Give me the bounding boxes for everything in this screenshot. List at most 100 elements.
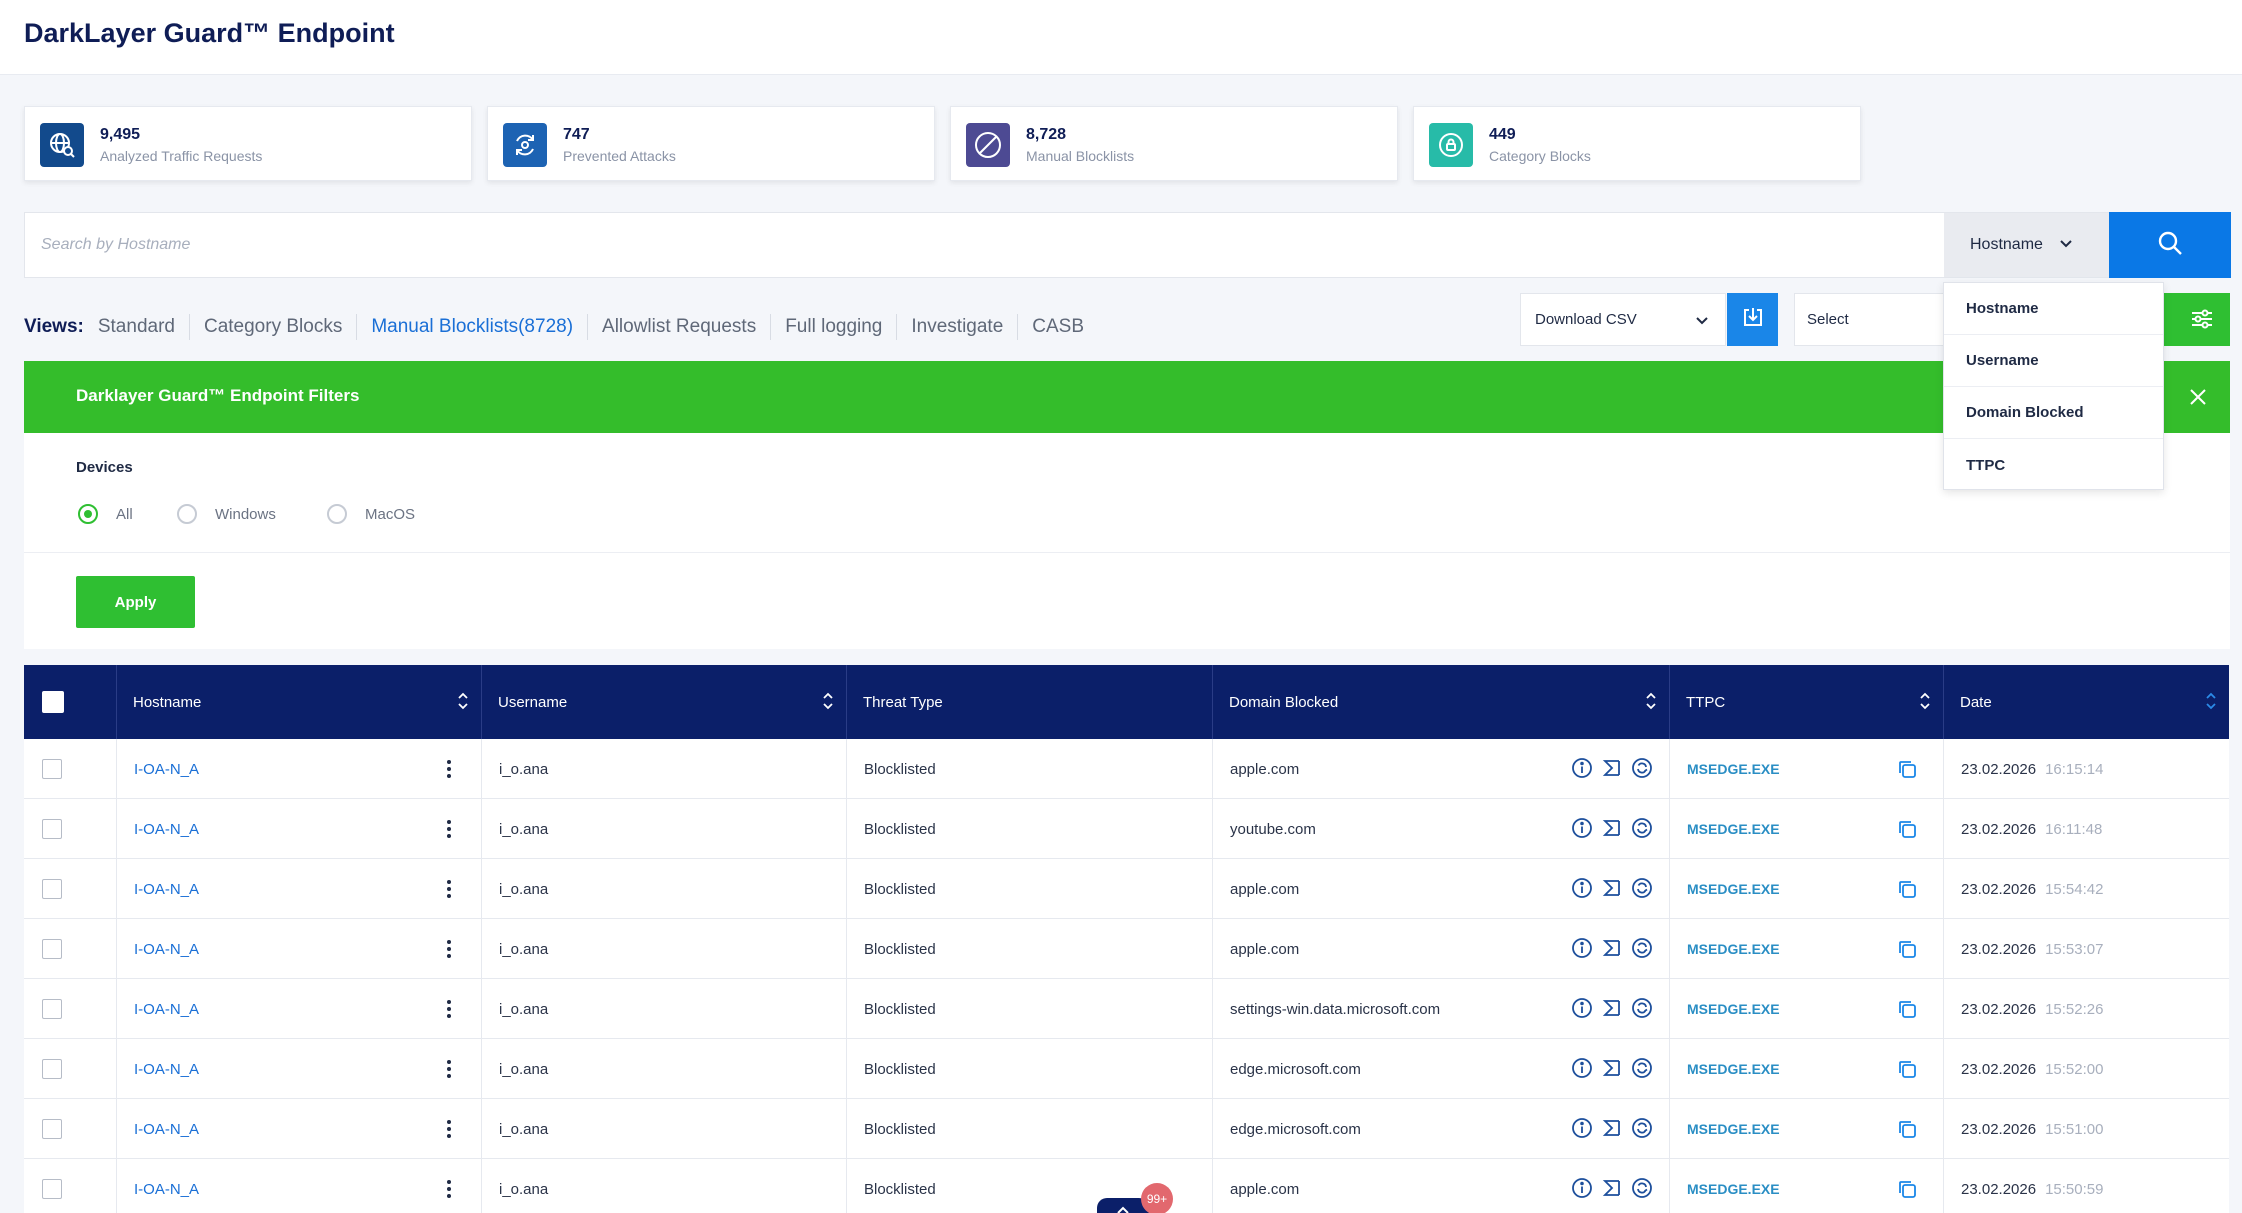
column-header-ttpc[interactable]: TTPC — [1670, 665, 1944, 739]
column-header-hostname[interactable]: Hostname — [117, 665, 482, 739]
tab-allowlist-requests[interactable]: Allowlist Requests — [587, 314, 770, 340]
device-radio-windows[interactable]: Windows — [177, 504, 276, 524]
sigma-icon[interactable] — [1601, 937, 1623, 963]
info-icon[interactable] — [1571, 1177, 1593, 1203]
ttpc-link[interactable]: MSEDGE.EXE — [1687, 761, 1780, 777]
refresh-icon[interactable] — [1631, 937, 1653, 963]
sigma-icon[interactable] — [1601, 877, 1623, 903]
hostname-link[interactable]: I-OA-N_A — [134, 1001, 199, 1018]
column-header-domain-blocked[interactable]: Domain Blocked — [1213, 665, 1670, 739]
hostname-link[interactable]: I-OA-N_A — [134, 761, 199, 778]
refresh-icon[interactable] — [1631, 877, 1653, 903]
row-checkbox[interactable] — [42, 1119, 62, 1139]
hostname-link[interactable]: I-OA-N_A — [134, 881, 199, 898]
search-button[interactable] — [2109, 212, 2231, 278]
select-dropdown[interactable]: Select — [1794, 293, 1948, 346]
tab-manual-blocklists[interactable]: Manual Blocklists(8728) — [356, 314, 587, 340]
tab-investigate[interactable]: Investigate — [896, 314, 1017, 340]
apply-button[interactable]: Apply — [76, 576, 195, 628]
dropdown-option-username[interactable]: Username — [1944, 335, 2163, 387]
more-actions-icon[interactable] — [446, 818, 452, 844]
row-checkbox[interactable] — [42, 1059, 62, 1079]
info-icon[interactable] — [1571, 997, 1593, 1023]
tab-standard[interactable]: Standard — [98, 314, 189, 340]
copy-icon[interactable] — [1896, 758, 1918, 784]
info-icon[interactable] — [1571, 817, 1593, 843]
domain-actions — [1571, 1057, 1653, 1083]
hostname-link[interactable]: I-OA-N_A — [134, 1181, 199, 1198]
sigma-icon[interactable] — [1601, 997, 1623, 1023]
refresh-icon[interactable] — [1631, 757, 1653, 783]
row-checkbox[interactable] — [42, 879, 62, 899]
sort-icon[interactable] — [1919, 690, 1931, 716]
refresh-icon[interactable] — [1631, 1177, 1653, 1203]
row-checkbox[interactable] — [42, 759, 62, 779]
download-format-select[interactable]: Download CSV — [1520, 293, 1726, 346]
refresh-icon[interactable] — [1631, 1057, 1653, 1083]
copy-icon[interactable] — [1896, 998, 1918, 1024]
info-icon[interactable] — [1571, 937, 1593, 963]
device-radio-all[interactable]: All — [78, 504, 133, 524]
sigma-icon[interactable] — [1601, 1117, 1623, 1143]
ttpc-link[interactable]: MSEDGE.EXE — [1687, 821, 1780, 837]
more-actions-icon[interactable] — [446, 758, 452, 784]
refresh-icon[interactable] — [1631, 1117, 1653, 1143]
device-radio-macos[interactable]: MacOS — [327, 504, 415, 524]
more-actions-icon[interactable] — [446, 878, 452, 904]
column-label: Domain Blocked — [1229, 693, 1339, 711]
tab-category-blocks[interactable]: Category Blocks — [188, 314, 356, 340]
search-input[interactable] — [25, 213, 1943, 277]
info-icon[interactable] — [1571, 757, 1593, 783]
ttpc-link[interactable]: MSEDGE.EXE — [1687, 881, 1780, 897]
sort-icon[interactable] — [822, 690, 834, 716]
hostname-link[interactable]: I-OA-N_A — [134, 1121, 199, 1138]
sigma-icon[interactable] — [1601, 757, 1623, 783]
refresh-icon[interactable] — [1631, 817, 1653, 843]
column-header-username[interactable]: Username — [482, 665, 847, 739]
tab-full-logging[interactable]: Full logging — [770, 314, 896, 340]
more-actions-icon[interactable] — [446, 1058, 452, 1084]
more-actions-icon[interactable] — [446, 998, 452, 1024]
notification-badge[interactable]: 99+ — [1141, 1183, 1173, 1213]
ttpc-link[interactable]: MSEDGE.EXE — [1687, 1181, 1780, 1197]
sigma-icon[interactable] — [1601, 1057, 1623, 1083]
dropdown-option-ttpc[interactable]: TTPC — [1944, 439, 2163, 491]
select-all-checkbox[interactable] — [42, 691, 64, 713]
info-icon[interactable] — [1571, 1117, 1593, 1143]
dropdown-option-hostname[interactable]: Hostname — [1944, 283, 2163, 335]
hostname-link[interactable]: I-OA-N_A — [134, 941, 199, 958]
more-actions-icon[interactable] — [446, 938, 452, 964]
ttpc-link[interactable]: MSEDGE.EXE — [1687, 941, 1780, 957]
copy-icon[interactable] — [1896, 818, 1918, 844]
row-checkbox[interactable] — [42, 999, 62, 1019]
ttpc-link[interactable]: MSEDGE.EXE — [1687, 1061, 1780, 1077]
sigma-icon[interactable] — [1601, 1177, 1623, 1203]
more-actions-icon[interactable] — [446, 1118, 452, 1144]
copy-icon[interactable] — [1896, 938, 1918, 964]
hostname-link[interactable]: I-OA-N_A — [134, 1061, 199, 1078]
sort-icon[interactable] — [2205, 690, 2217, 716]
info-icon[interactable] — [1571, 877, 1593, 903]
ttpc-link[interactable]: MSEDGE.EXE — [1687, 1001, 1780, 1017]
refresh-icon[interactable] — [1631, 997, 1653, 1023]
row-checkbox[interactable] — [42, 1179, 62, 1199]
search-field-select[interactable]: Hostname — [1944, 213, 2109, 277]
copy-icon[interactable] — [1896, 878, 1918, 904]
more-actions-icon[interactable] — [446, 1178, 452, 1204]
row-checkbox[interactable] — [42, 819, 62, 839]
dropdown-option-domain-blocked[interactable]: Domain Blocked — [1944, 387, 2163, 439]
hostname-link[interactable]: I-OA-N_A — [134, 821, 199, 838]
copy-icon[interactable] — [1896, 1118, 1918, 1144]
ttpc-link[interactable]: MSEDGE.EXE — [1687, 1121, 1780, 1137]
copy-icon[interactable] — [1896, 1058, 1918, 1084]
info-icon[interactable] — [1571, 1057, 1593, 1083]
close-filters-button[interactable] — [2184, 383, 2212, 411]
sigma-icon[interactable] — [1601, 817, 1623, 843]
sort-icon[interactable] — [457, 690, 469, 716]
tab-casb[interactable]: CASB — [1017, 314, 1098, 340]
copy-icon[interactable] — [1896, 1178, 1918, 1204]
download-button[interactable] — [1727, 293, 1778, 346]
column-header-date[interactable]: Date — [1944, 665, 2229, 739]
row-checkbox[interactable] — [42, 939, 62, 959]
sort-icon[interactable] — [1645, 690, 1657, 716]
